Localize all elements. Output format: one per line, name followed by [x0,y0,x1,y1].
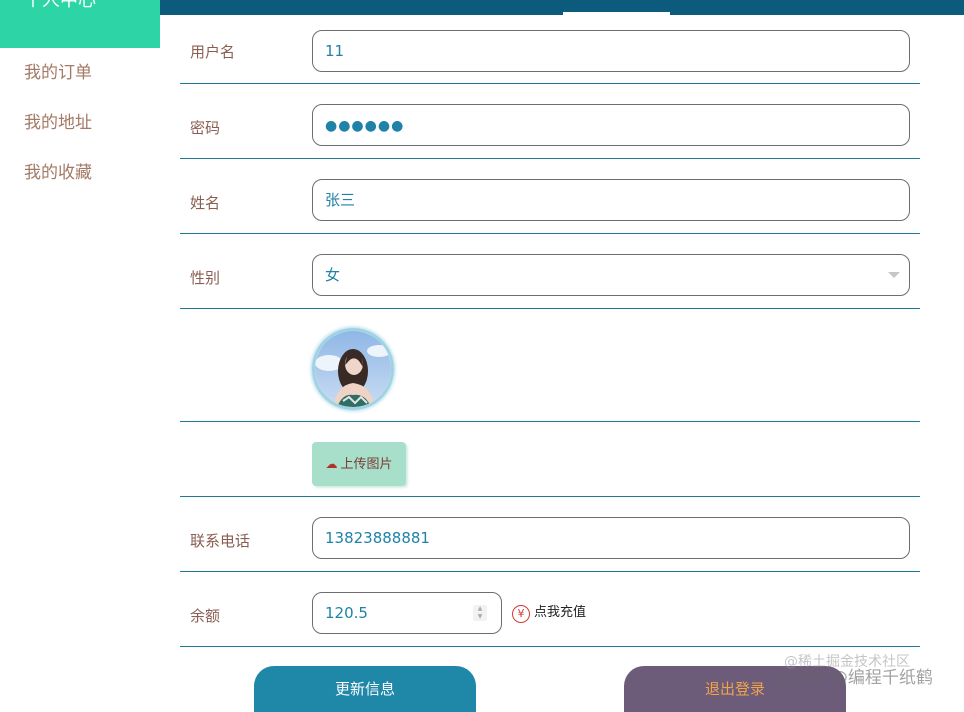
name-row: 姓名 张三 [180,159,920,234]
username-row: 用户名 11 [180,15,920,84]
gender-select[interactable]: 女 [312,254,910,296]
username-label: 用户名 [190,43,236,61]
gender-row: 性别 女 [180,234,920,309]
number-stepper[interactable]: ▲ ▼ [473,605,487,621]
update-info-button[interactable]: 更新信息 [254,666,476,712]
watermark-csdn: CSDN @编程千纸鹤 [777,668,933,688]
sidebar-item-addresses[interactable]: 我的地址 [24,111,92,135]
balance-label: 余额 [190,607,221,625]
balance-value: 120.5 [325,604,368,622]
phone-row: 联系电话 13823888881 [180,497,920,572]
sidebar-item-favorites[interactable]: 我的收藏 [24,161,92,185]
name-input[interactable]: 张三 [312,179,910,221]
upload-button-label: 上传图片 [340,457,393,472]
phone-label: 联系电话 [190,532,251,550]
sidebar-item-personal-center[interactable]: 个人中心 [0,0,160,48]
password-row: 密码 ●●●●●● [180,84,920,159]
password-input[interactable]: ●●●●●● [312,104,910,146]
gender-selected-value: 女 [325,266,341,284]
gender-label: 性别 [190,269,221,287]
username-input[interactable]: 11 [312,30,910,72]
phone-input[interactable]: 13823888881 [312,517,910,559]
upload-row [180,422,920,497]
sidebar-item-orders[interactable]: 我的订单 [24,61,92,85]
balance-input[interactable]: 120.5 ▲ ▼ [312,592,502,634]
name-label: 姓名 [190,194,221,212]
password-label: 密码 [190,119,221,137]
avatar-row [180,309,920,422]
recharge-label: 点我充值 [534,605,587,620]
yen-icon: ¥ [512,605,530,623]
upload-image-button[interactable]: ☁ 上传图片 [312,442,406,486]
password-value: ●●●●●● [325,118,405,134]
cloud-upload-icon: ☁ [325,457,338,471]
recharge-link[interactable]: ¥ 点我充值 [512,603,586,623]
avatar-photo [315,331,391,407]
avatar [312,328,394,410]
sidebar-item-label: 个人中心 [24,0,96,11]
chevron-down-icon [888,272,900,278]
